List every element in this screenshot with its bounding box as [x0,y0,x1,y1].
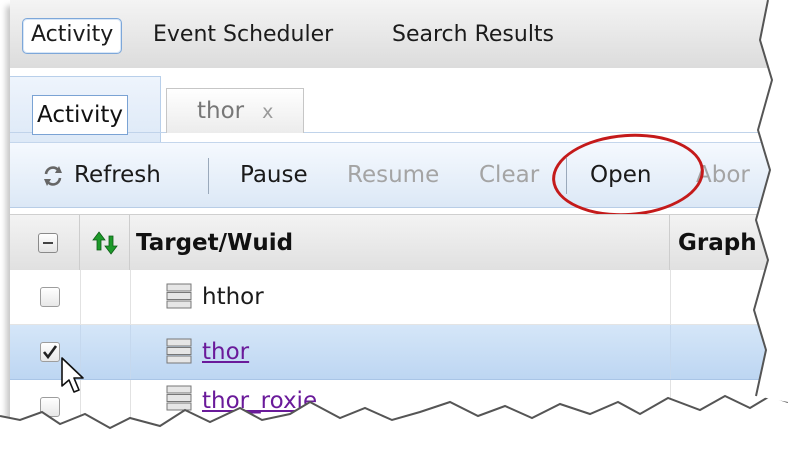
clear-button[interactable]: Clear [479,143,539,207]
row-link[interactable]: thor [202,325,249,379]
close-icon[interactable]: x [262,101,273,123]
table-row[interactable]: hthor [10,270,788,325]
row-label: hthor [202,284,264,310]
toolbar-separator [208,158,209,194]
server-icon [166,385,192,411]
select-all-column [10,215,80,271]
cell-divider [670,270,671,324]
table-row[interactable]: thor_roxie [10,380,788,435]
cell-divider [130,325,131,379]
refresh-button[interactable]: Refresh [42,143,161,207]
grid-header: Target/Wuid Graph [10,214,788,272]
row-link[interactable]: thor_roxie [202,374,317,428]
sort-arrows-icon[interactable] [92,230,118,256]
cell-divider [80,270,81,324]
sub-tab-thor-label: thor [197,98,245,124]
table-row[interactable]: thor [10,325,788,380]
resume-button[interactable]: Resume [347,143,439,207]
graph-column-header[interactable]: Graph [670,215,788,271]
top-tab-activity[interactable]: Activity [22,18,123,54]
sub-tab-activity[interactable]: Activity [32,95,129,135]
cell-divider [670,325,671,379]
top-tab-event-scheduler[interactable]: Event Scheduler [153,18,333,52]
refresh-icon [44,165,62,186]
sub-tab-thor[interactable]: thor x [166,88,305,133]
top-tab-search-results[interactable]: Search Results [392,18,554,52]
mouse-cursor-icon [61,357,84,393]
server-icon [166,338,192,364]
target-header-label: Target/Wuid [136,230,294,256]
top-tab-bar: Activity Event Scheduler Search Results [10,0,788,69]
cell-divider [130,270,131,324]
refresh-label: Refresh [74,162,161,188]
checkmark-icon [42,345,58,360]
row-checkbox[interactable] [40,342,60,362]
cell-divider [130,380,131,434]
cell-divider [670,380,671,434]
server-icon [166,283,192,309]
abort-button[interactable]: Abor [696,143,750,207]
app-window: Activity Event Scheduler Search Results … [10,0,788,450]
row-checkbox[interactable] [40,287,60,307]
graph-header-label: Graph [678,230,757,256]
pause-button[interactable]: Pause [240,143,308,207]
sort-column [80,215,130,271]
row-checkbox[interactable] [40,397,60,417]
collapse-icon[interactable] [38,233,58,253]
target-column-header[interactable]: Target/Wuid [130,215,670,271]
